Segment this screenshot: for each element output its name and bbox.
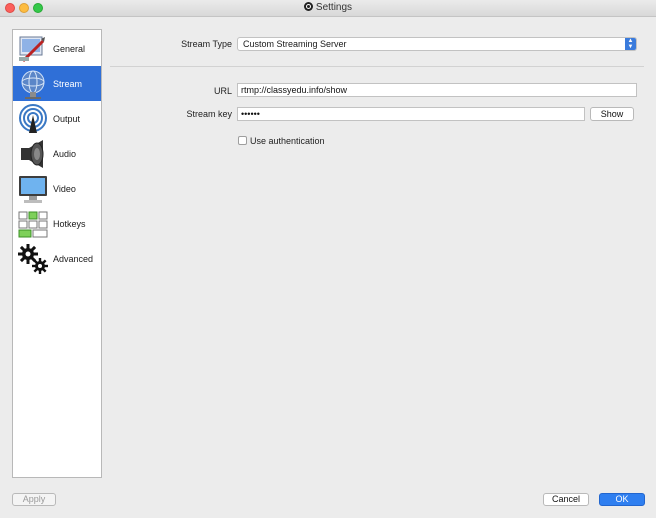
sidebar-item-label: Audio <box>53 148 77 159</box>
stream-type-select[interactable]: Custom Streaming Server ▲ ▼ <box>237 37 637 51</box>
sidebar-item-label: Hotkeys <box>53 218 86 229</box>
sidebar-item-audio[interactable]: Audio <box>13 136 101 171</box>
sidebar-item-label: Video <box>53 183 76 194</box>
title-bar: Settings <box>0 0 656 17</box>
obs-logo-icon <box>303 2 313 11</box>
ok-button[interactable]: OK <box>599 493 645 506</box>
sidebar-item-label: Advanced <box>53 253 94 264</box>
url-label: URL <box>213 86 232 96</box>
chevron-up-down-icon: ▲ ▼ <box>625 38 636 50</box>
url-input[interactable] <box>237 83 637 97</box>
sidebar-item-hotkeys[interactable]: Hotkeys <box>13 206 101 241</box>
use-authentication-label: Use authentication <box>250 136 325 146</box>
stream-key-value: •••••• <box>241 109 260 119</box>
sidebar-item-label: Stream <box>53 78 83 89</box>
output-icon <box>17 103 49 135</box>
settings-sidebar: General Stream Output Audio Video Hotkey… <box>12 29 102 478</box>
window-title-text: Settings <box>315 2 353 13</box>
advanced-icon <box>17 243 49 275</box>
stream-key-input[interactable]: •••••• <box>237 107 585 121</box>
sidebar-item-output[interactable]: Output <box>13 101 101 136</box>
window-title: Settings <box>0 2 656 13</box>
stream-icon <box>17 68 49 100</box>
general-icon <box>17 33 49 65</box>
video-icon <box>17 173 49 205</box>
stream-key-label: Stream key <box>186 109 232 119</box>
show-key-button[interactable]: Show <box>590 107 634 121</box>
sidebar-item-advanced[interactable]: Advanced <box>13 241 101 276</box>
audio-icon <box>17 138 49 170</box>
sidebar-item-stream[interactable]: Stream <box>13 66 101 101</box>
hotkeys-icon <box>17 208 49 240</box>
cancel-button[interactable]: Cancel <box>543 493 589 506</box>
use-authentication-checkbox[interactable] <box>238 136 247 145</box>
sidebar-item-label: General <box>53 43 86 54</box>
sidebar-item-label: Output <box>53 113 81 124</box>
section-divider <box>110 66 644 67</box>
sidebar-item-video[interactable]: Video <box>13 171 101 206</box>
sidebar-item-general[interactable]: General <box>13 31 101 66</box>
stream-type-label: Stream Type <box>181 39 232 49</box>
stream-type-value: Custom Streaming Server <box>243 39 347 49</box>
apply-button[interactable]: Apply <box>12 493 56 506</box>
